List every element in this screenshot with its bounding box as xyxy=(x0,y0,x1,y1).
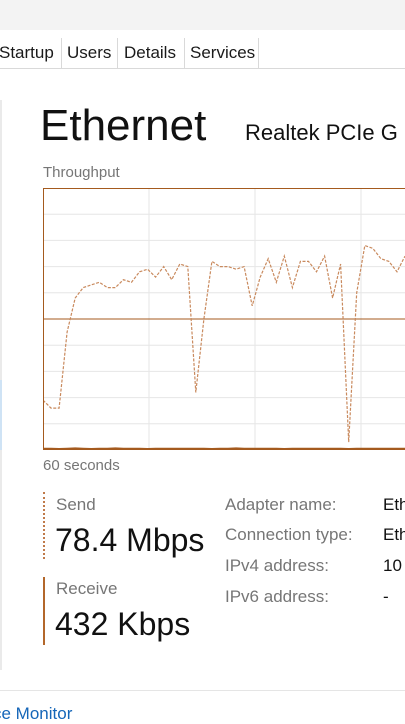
receive-throughput-line xyxy=(43,448,405,449)
tab-startup[interactable]: Startup xyxy=(0,38,62,68)
throughput-graph xyxy=(43,188,405,450)
connection-type-label: Connection type: xyxy=(225,525,353,545)
left-pane-selection-accent xyxy=(0,380,2,450)
ipv4-address-value: 10 xyxy=(383,556,402,576)
receive-indicator-bar xyxy=(43,577,45,645)
tab-details[interactable]: Details xyxy=(118,38,185,68)
graph-caption: Throughput xyxy=(43,164,120,181)
adapter-name-value: Eth xyxy=(383,495,405,515)
adapter-title: Ethernet xyxy=(40,100,206,152)
adapter-name-label: Adapter name: xyxy=(225,495,337,515)
receive-label: Receive xyxy=(56,579,117,599)
receive-value: 432 Kbps xyxy=(55,606,190,643)
ipv6-address-label: IPv6 address: xyxy=(225,587,329,607)
send-indicator-bar xyxy=(43,492,45,559)
open-resource-monitor-link[interactable]: ce Monitor xyxy=(0,704,72,724)
send-label: Send xyxy=(56,495,96,515)
footer-divider xyxy=(0,690,405,691)
tab-bar: Startup Users Details Services xyxy=(0,36,405,69)
send-throughput-line xyxy=(43,246,405,443)
tab-services[interactable]: Services xyxy=(185,38,259,68)
connection-type-value: Eth xyxy=(383,525,405,545)
graph-time-label: 60 seconds xyxy=(43,457,120,474)
send-value: 78.4 Mbps xyxy=(55,522,204,559)
ipv6-address-value: - xyxy=(383,587,389,607)
ipv4-address-label: IPv4 address: xyxy=(225,556,329,576)
window-top-band xyxy=(0,0,405,30)
tab-users[interactable]: Users xyxy=(62,38,118,68)
adapter-subtitle: Realtek PCIe G xyxy=(245,118,398,148)
